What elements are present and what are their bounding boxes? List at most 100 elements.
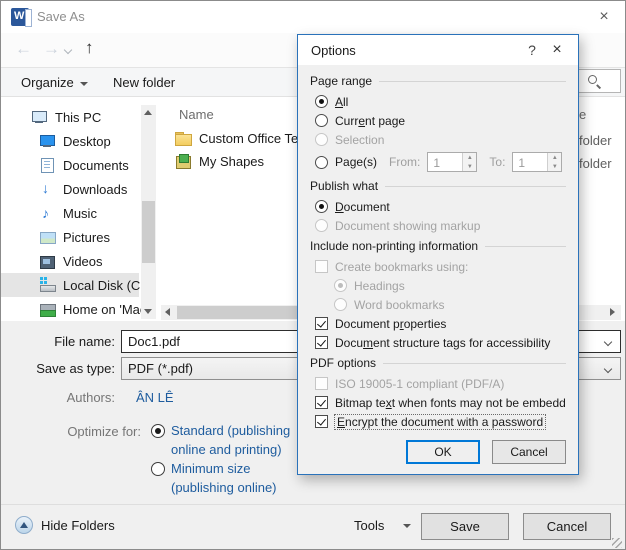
cancel-button[interactable]: Cancel	[523, 513, 611, 540]
title-bar: Save As ×	[1, 1, 625, 33]
radio-document-showing-markup	[315, 219, 328, 232]
window-title: Save As	[37, 9, 85, 24]
checkbox-document-properties[interactable]	[315, 317, 328, 330]
radio-selection	[315, 133, 328, 146]
scroll-right-icon[interactable]	[610, 308, 615, 316]
to-spinner: 1▲▼	[512, 152, 562, 172]
file-row-custom-office-ter[interactable]: Custom Office Ter	[175, 127, 303, 149]
checkbox-document-structure-tags-for-accessibility[interactable]	[315, 336, 328, 349]
file-row-my-shapes[interactable]: My Shapes	[175, 150, 264, 172]
navigation-pane: This PCDesktopDocumentsDownloadsMusicPic…	[1, 105, 139, 321]
organize-dropdown-icon	[80, 82, 88, 86]
spinner-up-icon: ▲	[548, 153, 561, 162]
resize-grip[interactable]	[612, 538, 622, 548]
option-row-headings: Headings	[310, 276, 566, 295]
authors-label: Authors:	[3, 390, 115, 405]
scroll-up-icon[interactable]	[144, 110, 152, 115]
authors-value[interactable]: ÂN LÊ	[136, 390, 174, 405]
organize-button[interactable]: Organize	[21, 75, 88, 90]
optimize-for-label: Optimize for:	[29, 424, 141, 439]
radio-current-page[interactable]	[315, 114, 328, 127]
option-row-bitmap-text-when-fonts-may-not-be-embedded: Bitmap text when fonts may not be embedd…	[310, 393, 566, 412]
desktop-icon	[39, 133, 55, 149]
window-close-icon[interactable]: ×	[593, 6, 615, 28]
options-dialog-body: Page rangeAllCurrent pageSelectionPage(s…	[298, 65, 578, 431]
save-as-type-label: Save as type:	[3, 361, 115, 376]
group-divider	[379, 81, 566, 82]
option-row-all: All	[310, 92, 566, 111]
checkbox-bitmap-text-when-fonts-may-not-be-embedded[interactable]	[315, 396, 328, 409]
sidebar-scrollbar[interactable]	[141, 105, 156, 319]
group-header-page-range: Page range	[310, 70, 566, 92]
radio-document[interactable]	[315, 200, 328, 213]
pictures-icon	[39, 229, 55, 245]
radio-all[interactable]	[315, 95, 328, 108]
spinner-up-icon: ▲	[463, 153, 476, 162]
option-row-document-structure-tags-for-accessibility: Document structure tags for accessibilit…	[310, 333, 566, 352]
scrollbar-thumb[interactable]	[142, 201, 155, 263]
option-row-selection: Selection	[310, 130, 566, 149]
hide-folders-button[interactable]: Hide Folders	[41, 518, 115, 533]
option-label: Create bookmarks using:	[335, 260, 468, 274]
dialog-cancel-button[interactable]: Cancel	[492, 440, 566, 464]
forward-icon[interactable]: →	[43, 39, 60, 59]
option-row-document: Document	[310, 197, 566, 216]
download-icon	[39, 181, 55, 197]
option-row-document-showing-markup: Document showing markup	[310, 216, 566, 235]
chevron-down-icon[interactable]	[604, 338, 612, 346]
save-as-type-value: PDF (*.pdf)	[128, 361, 193, 376]
sidebar-item-videos[interactable]: Videos	[1, 249, 139, 273]
tools-dropdown-icon[interactable]	[403, 524, 411, 528]
option-row-document-properties: Document properties	[310, 314, 566, 333]
folder-icon	[175, 130, 191, 146]
footer-bar: Hide Folders Tools Save Cancel	[1, 504, 625, 550]
file-type-fragment: folder	[579, 133, 612, 148]
music-icon	[39, 205, 55, 221]
sidebar-item-music[interactable]: Music	[1, 201, 139, 225]
optimize-standard-label[interactable]: Standard (publishing online and printing…	[171, 421, 290, 459]
dialog-buttons: OK Cancel	[298, 440, 578, 464]
document-icon	[39, 157, 55, 173]
sidebar-item-local-disk-c[interactable]: Local Disk (C:)	[1, 273, 139, 297]
option-row-iso-19005-1-compliant-pdf-a: ISO 19005-1 compliant (PDF/A)	[310, 374, 566, 393]
checkbox-encrypt-the-document-with-a-password[interactable]	[315, 415, 328, 428]
up-icon[interactable]: ↑	[85, 38, 94, 58]
from-label: From:	[389, 155, 420, 169]
sidebar-item-desktop[interactable]: Desktop	[1, 129, 139, 153]
option-label: ISO 19005-1 compliant (PDF/A)	[335, 377, 504, 391]
group-header-pdf-options: PDF options	[310, 352, 566, 374]
scroll-down-icon[interactable]	[144, 309, 152, 314]
sidebar-item-home-on-mac[interactable]: Home on 'Mac'	[1, 297, 139, 321]
tools-button[interactable]: Tools	[354, 518, 384, 533]
option-label: Selection	[335, 133, 384, 147]
ok-button[interactable]: OK	[406, 440, 480, 464]
back-icon[interactable]: ←	[15, 39, 32, 59]
radio-page-s[interactable]	[315, 156, 328, 169]
name-column-header[interactable]: Name	[179, 107, 214, 122]
file-name-label: File name:	[3, 334, 115, 349]
option-label: Document	[335, 200, 390, 214]
option-label: Headings	[354, 279, 405, 293]
chevron-down-icon[interactable]	[604, 365, 612, 373]
optimize-standard-radio[interactable]	[151, 424, 165, 438]
optimize-minimum-radio[interactable]	[151, 462, 165, 476]
sidebar-item-downloads[interactable]: Downloads	[1, 177, 139, 201]
dialog-help-icon[interactable]: ?	[520, 42, 544, 58]
spinner-down-icon: ▼	[463, 162, 476, 171]
sidebar-item-pictures[interactable]: Pictures	[1, 225, 139, 249]
option-row-create-bookmarks-using: Create bookmarks using:	[310, 257, 566, 276]
new-folder-button[interactable]: New folder	[113, 75, 175, 90]
recent-locations-chevron-icon[interactable]	[64, 46, 72, 54]
disk-icon	[39, 277, 55, 293]
scroll-left-icon[interactable]	[165, 308, 170, 316]
save-button[interactable]: Save	[421, 513, 509, 540]
shapes-icon	[175, 153, 191, 169]
option-label: Bitmap text when fonts may not be embedd…	[335, 396, 566, 410]
optimize-minimum-label[interactable]: Minimum size (publishing online)	[171, 459, 277, 497]
word-app-icon	[11, 8, 29, 26]
group-header-include-non-printing-information: Include non-printing information	[310, 235, 566, 257]
sidebar-item-documents[interactable]: Documents	[1, 153, 139, 177]
dialog-close-icon[interactable]: ×	[544, 41, 570, 59]
sidebar-item-this-pc[interactable]: This PC	[1, 105, 139, 129]
option-label: Page(s)	[335, 155, 377, 169]
